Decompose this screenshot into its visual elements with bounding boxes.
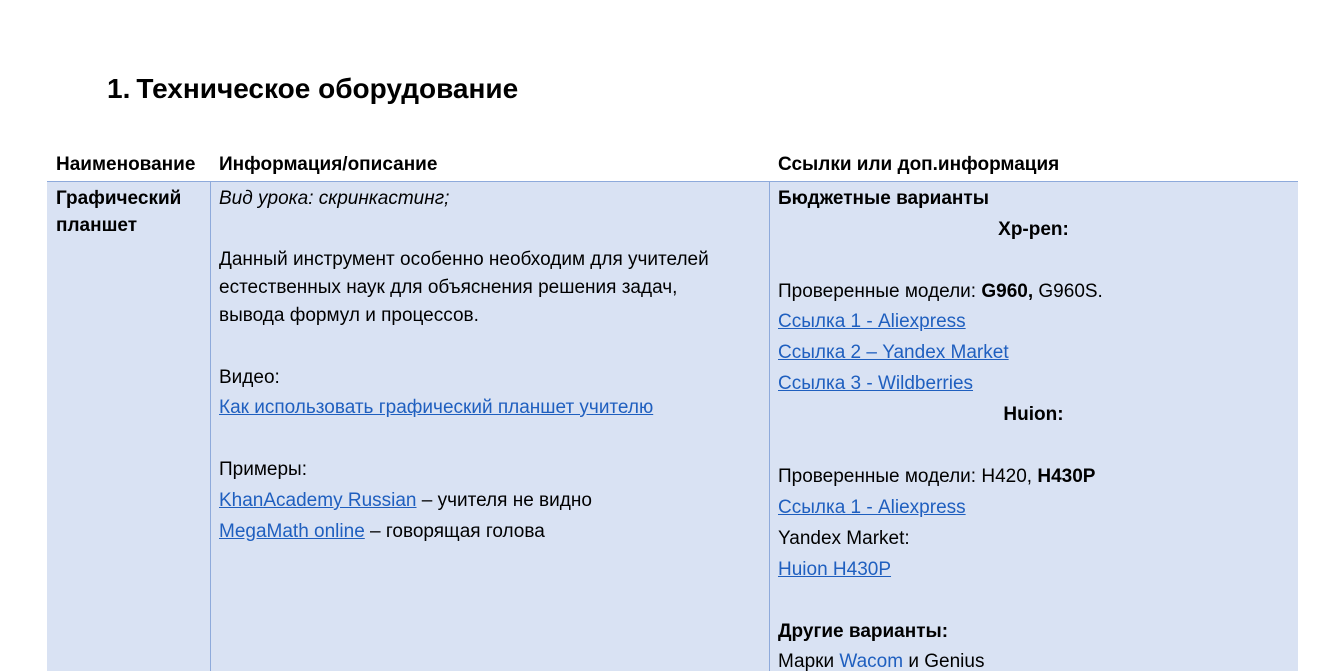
link-row: Ссылка 1 - Aliexpress <box>778 496 966 520</box>
xppen-yandex-link[interactable]: Ссылка 2 – Yandex Market <box>778 342 1009 363</box>
item-name-line1: Графический <box>56 188 182 209</box>
xppen-wildberries-link[interactable]: Ссылка 3 - Wildberries <box>778 373 973 394</box>
examples-label: Примеры: <box>219 459 307 480</box>
brand-huion: Huion: <box>1003 404 1064 425</box>
khanacademy-link[interactable]: KhanAcademy Russian <box>219 490 417 511</box>
wacom-brand[interactable]: Wacom <box>839 651 903 671</box>
other-options-title: Другие варианты: <box>778 621 949 642</box>
description-line: вывода формул и процессов. <box>219 305 479 326</box>
video-link-row: Как использовать графический планшет учи… <box>219 396 653 420</box>
lesson-type: Вид урока: скринкастинг; <box>219 188 450 209</box>
huion-h430p-link[interactable]: Huion H430P <box>778 559 891 580</box>
column-header-links: Ссылки или доп.информация <box>778 154 1060 175</box>
model-g960s: G960S. <box>1033 281 1103 302</box>
link-row: Ссылка 1 - Aliexpress <box>778 310 966 334</box>
megamath-link[interactable]: MegaMath online <box>219 521 365 542</box>
example-note: – говорящая голова <box>364 521 545 542</box>
item-name-line2: планшет <box>56 215 138 236</box>
example-row: MegaMath online – говорящая голова <box>219 520 545 544</box>
models-label: Проверенные модели: <box>778 281 982 302</box>
column-header-name: Наименование <box>56 154 196 175</box>
xppen-models: Проверенные модели: G960, G960S. <box>778 280 1103 304</box>
other-brands: Марки Wacom и Genius <box>778 650 984 671</box>
link-row: Ссылка 3 - Wildberries <box>778 372 973 396</box>
column-divider <box>210 182 211 671</box>
video-link[interactable]: Как использовать графический планшет учи… <box>219 397 653 418</box>
xppen-aliexpress-link[interactable]: Ссылка 1 - Aliexpress <box>778 311 966 332</box>
brand-xppen: Xp-pen: <box>998 219 1069 240</box>
section-heading: 1. Техническое оборудование <box>107 73 518 105</box>
description-line: Данный инструмент особенно необходим для… <box>219 249 709 270</box>
example-row: KhanAcademy Russian – учителя не видно <box>219 489 592 513</box>
video-label: Видео: <box>219 367 280 388</box>
section-title: Техническое оборудование <box>136 73 519 104</box>
link-row: Ссылка 2 – Yandex Market <box>778 341 1009 365</box>
document-page: 1. Техническое оборудование Наименование … <box>0 0 1318 671</box>
model-h430p: H430P <box>1037 466 1096 487</box>
huion-models: Проверенные модели: H420, H430P <box>778 465 1095 489</box>
column-header-info: Информация/описание <box>219 154 438 175</box>
budget-title: Бюджетные варианты <box>778 188 989 209</box>
yandex-market-label: Yandex Market: <box>778 528 910 549</box>
link-row: Huion H430P <box>778 558 891 582</box>
huion-aliexpress-link[interactable]: Ссылка 1 - Aliexpress <box>778 497 966 518</box>
models-label: Проверенные модели: H420, <box>778 466 1038 487</box>
column-divider <box>769 182 770 671</box>
section-number: 1. <box>107 73 131 104</box>
example-note: – учителя не видно <box>416 490 592 511</box>
model-g960: G960, <box>981 281 1034 302</box>
description-line: естественных наук для объяснения решения… <box>219 277 678 298</box>
genius-brand: и Genius <box>903 651 985 671</box>
brands-label: Марки <box>778 651 840 671</box>
